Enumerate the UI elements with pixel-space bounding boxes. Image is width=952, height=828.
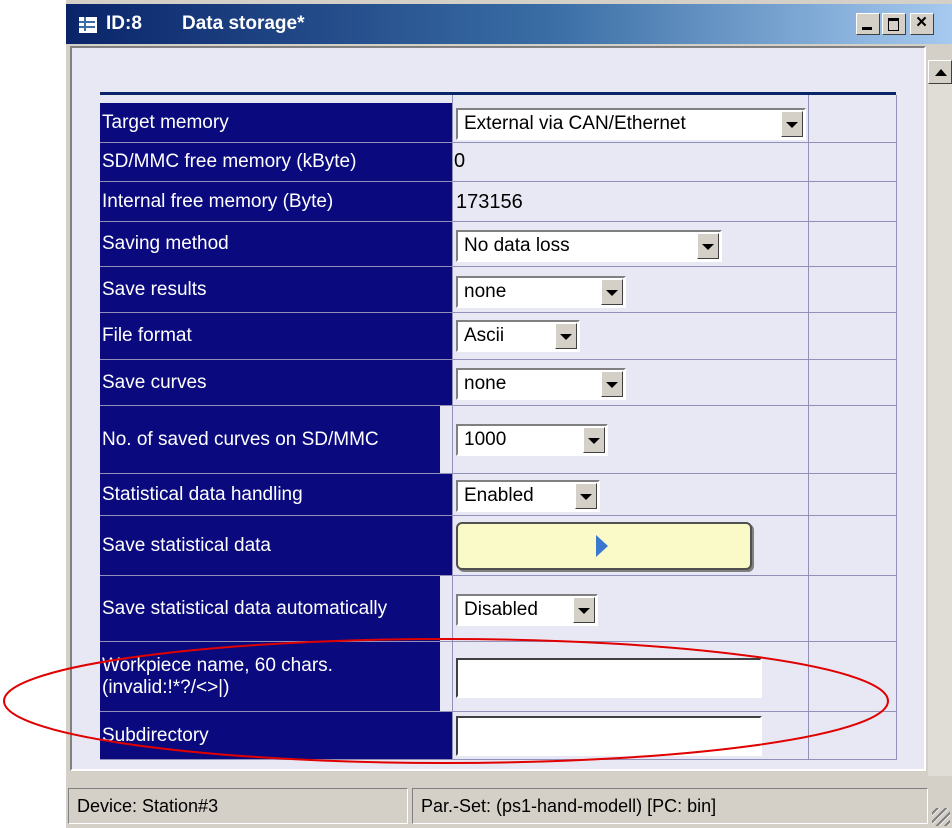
save-results-select[interactable]: none [456, 276, 626, 308]
label-saved-curves-count: No. of saved curves on SD/MMC [100, 406, 440, 473]
file-format-select[interactable]: Ascii [456, 320, 580, 352]
target-memory-select[interactable]: External via CAN/Ethernet [456, 108, 806, 140]
selected-value: Ascii [464, 325, 505, 346]
statistical-handling-select[interactable]: Enabled [456, 480, 600, 512]
label-statistical-handling: Statistical data handling [100, 474, 452, 515]
status-device: Device: Station#3 [68, 788, 408, 824]
window-id: ID:8 [106, 13, 142, 34]
save-statistical-auto-select[interactable]: Disabled [456, 594, 598, 626]
chevron-down-icon[interactable] [601, 371, 623, 397]
close-button[interactable]: × [910, 12, 934, 35]
row-sd-free-memory: SD/MMC free memory (kByte) [100, 143, 896, 182]
chevron-down-icon[interactable] [575, 483, 597, 509]
label-save-statistical-data: Save statistical data [100, 516, 452, 575]
label-save-results: Save results [100, 267, 452, 312]
label-file-format: File format [100, 313, 452, 359]
save-statistical-data-button[interactable] [456, 522, 752, 570]
table-icon [78, 16, 98, 34]
window-title: Data storage* [182, 13, 305, 34]
label-saving-method: Saving method [100, 222, 452, 266]
selected-value: none [464, 373, 507, 394]
label-internal-free-memory: Internal free memory (Byte) [100, 182, 452, 221]
play-icon [596, 535, 608, 557]
chevron-down-icon[interactable] [781, 111, 803, 137]
chevron-down-icon[interactable] [555, 323, 577, 349]
saving-method-select[interactable]: No data loss [456, 230, 722, 262]
selected-value: Disabled [464, 599, 538, 620]
title-bar[interactable]: ID:8 Data storage* × [66, 4, 952, 44]
status-parameter-set: Par.-Set: (ps1-hand-modell) [PC: bin] [412, 788, 928, 824]
internal-free-memory-value: 173156 [456, 191, 523, 213]
maximize-icon [888, 18, 899, 31]
close-icon: × [916, 12, 928, 33]
chevron-down-icon[interactable] [583, 427, 605, 453]
selected-value: none [464, 281, 507, 302]
sd-free-memory-value: 0 [454, 150, 466, 172]
selected-value: No data loss [464, 235, 570, 256]
saved-curves-count-select[interactable]: 1000 [456, 424, 608, 456]
annotation-ellipse [3, 638, 889, 764]
chevron-down-icon[interactable] [697, 233, 719, 259]
table-top-border [100, 92, 896, 95]
label-save-curves: Save curves [100, 360, 452, 405]
minimize-icon [862, 27, 872, 30]
chevron-down-icon[interactable] [601, 279, 623, 305]
selected-value: 1000 [464, 429, 507, 450]
label-sd-free-memory: SD/MMC free memory (kByte) [100, 143, 452, 181]
status-bar: Device: Station#3 Par.-Set: (ps1-hand-mo… [66, 786, 952, 828]
label-target-memory: Target memory [100, 103, 452, 142]
selected-value: External via CAN/Ethernet [464, 113, 686, 134]
selected-value: Enabled [464, 485, 534, 506]
chevron-down-icon[interactable] [573, 597, 595, 623]
minimize-button[interactable] [856, 13, 880, 35]
scroll-up-button[interactable] [928, 60, 952, 84]
maximize-button[interactable] [882, 13, 906, 35]
resize-grip-icon[interactable] [932, 808, 950, 826]
save-curves-select[interactable]: none [456, 368, 626, 400]
